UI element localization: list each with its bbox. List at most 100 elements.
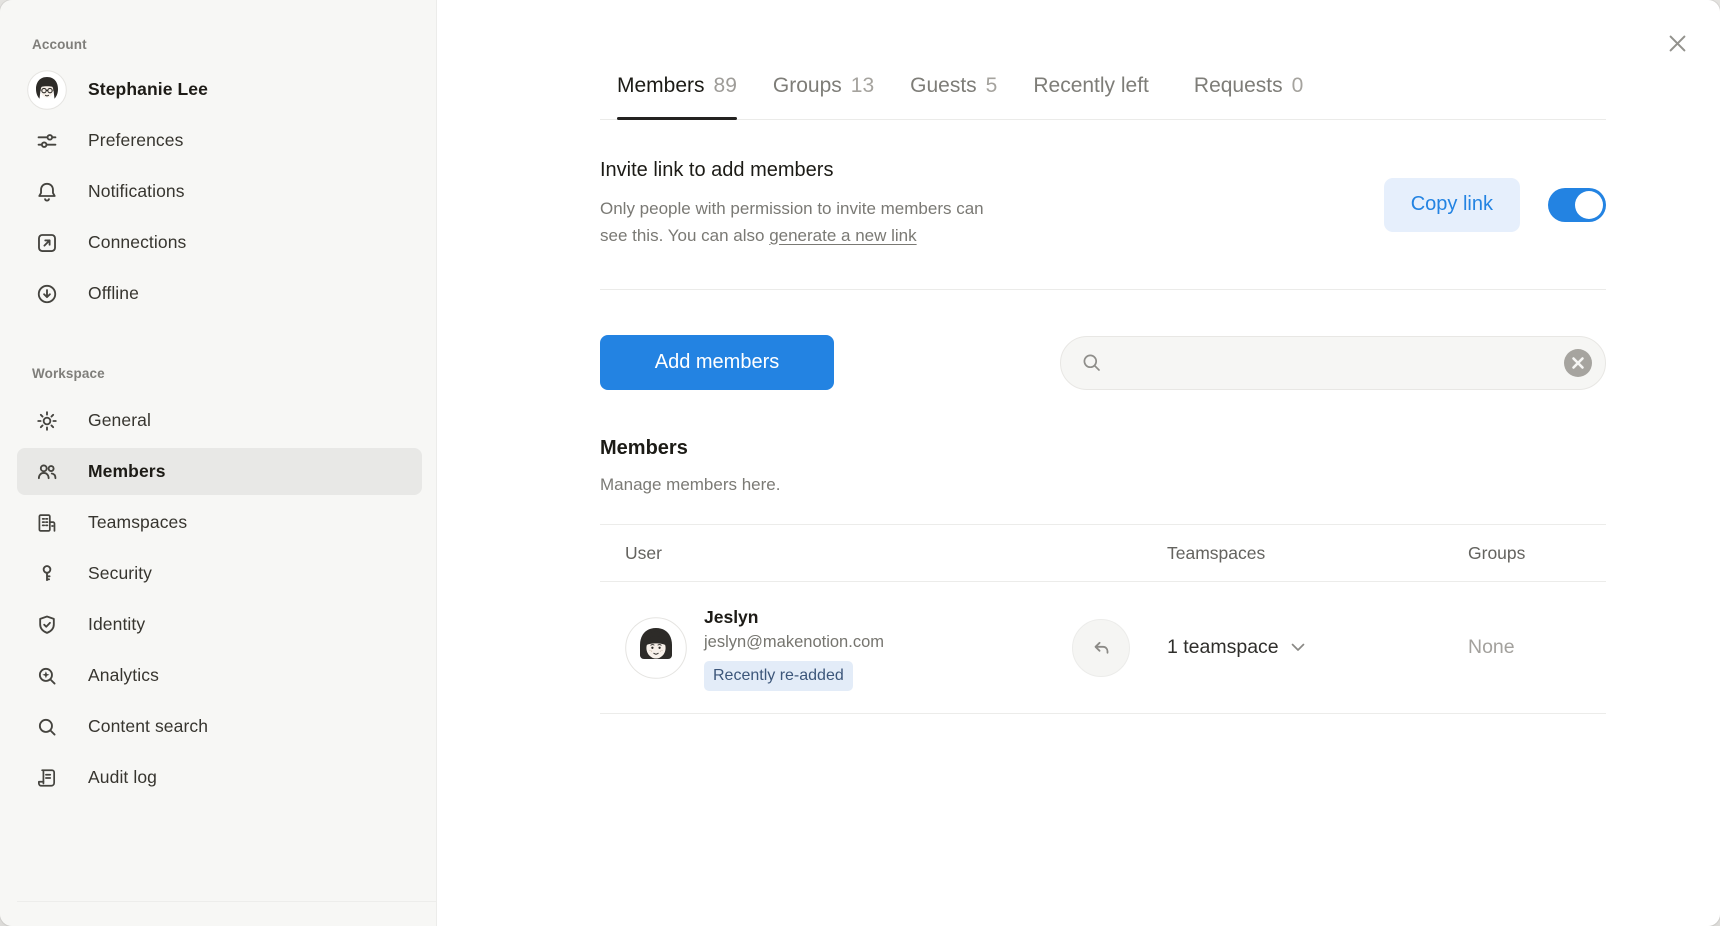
tab-requests[interactable]: Requests 0 <box>1194 74 1303 119</box>
invite-link-description: Only people with permission to invite me… <box>600 195 984 249</box>
sidebar-item-connections[interactable]: Connections <box>17 219 422 266</box>
sidebar-item-label: Teamspaces <box>88 512 187 533</box>
tab-recently-left[interactable]: Recently left <box>1033 74 1158 119</box>
user-cell: Jeslyn jeslyn@makenotion.com Recently re… <box>625 605 1167 691</box>
people-icon <box>32 457 62 487</box>
undo-arrow-icon <box>1090 637 1112 659</box>
sidebar-item-analytics[interactable]: Analytics <box>17 652 422 699</box>
groups-value: None <box>1468 636 1606 659</box>
undo-button[interactable] <box>1072 619 1130 677</box>
sidebar-item-teamspaces[interactable]: Teamspaces <box>17 499 422 546</box>
magnifier-sparkle-icon <box>32 661 62 691</box>
user-text-block: Jeslyn jeslyn@makenotion.com Recently re… <box>704 605 884 691</box>
user-avatar <box>27 70 67 110</box>
sidebar-item-offline[interactable]: Offline <box>17 270 422 317</box>
bell-icon <box>32 177 62 207</box>
key-icon <box>32 559 62 589</box>
section-divider <box>600 289 1606 290</box>
sidebar-item-label: Connections <box>88 232 186 253</box>
members-table: User Teamspaces Groups <box>600 524 1606 714</box>
toggle-knob <box>1575 191 1603 219</box>
sidebar-item-security[interactable]: Security <box>17 550 422 597</box>
sidebar-item-notifications[interactable]: Notifications <box>17 168 422 215</box>
gear-icon <box>32 406 62 436</box>
invite-link-controls: Copy link <box>1384 160 1606 249</box>
shield-check-icon <box>32 610 62 640</box>
sidebar-item-label: Audit log <box>88 767 157 788</box>
tab-count: 89 <box>714 74 737 98</box>
sidebar-divider <box>17 901 436 902</box>
sidebar-item-general[interactable]: General <box>17 397 422 444</box>
tab-count: 13 <box>851 74 874 98</box>
close-icon <box>1669 35 1686 52</box>
member-name: Jeslyn <box>704 605 884 629</box>
teamspaces-dropdown[interactable]: 1 teamspace <box>1167 636 1468 659</box>
arrow-up-right-box-icon <box>32 228 62 258</box>
tab-label: Guests <box>910 74 977 98</box>
sidebar-item-label: Identity <box>88 614 145 635</box>
sidebar-item-label: Members <box>88 461 166 482</box>
invite-description-line1: Only people with permission to invite me… <box>600 199 984 218</box>
invite-link-toggle[interactable] <box>1548 188 1606 222</box>
members-tabs: Members 89 Groups 13 Guests 5 Recently l… <box>600 0 1606 120</box>
teamspaces-value: 1 teamspace <box>1167 636 1279 659</box>
tab-guests[interactable]: Guests 5 <box>910 74 997 119</box>
status-badge: Recently re-added <box>704 661 853 691</box>
add-members-button[interactable]: Add members <box>600 335 834 390</box>
sidebar-section-account: Account <box>17 34 422 56</box>
settings-dialog: Account Stephanie Lee <box>0 0 1720 926</box>
member-avatar <box>625 617 687 679</box>
sidebar-item-content-search[interactable]: Content search <box>17 703 422 750</box>
sidebar-item-label: Security <box>88 563 152 584</box>
tab-label: Members <box>617 74 705 98</box>
sidebar-item-label: General <box>88 410 151 431</box>
member-email: jeslyn@makenotion.com <box>704 631 884 653</box>
sidebar-item-label: Notifications <box>88 181 185 202</box>
members-list-title: Members <box>600 434 1606 462</box>
sidebar-section-workspace: Workspace <box>17 363 422 385</box>
sidebar-item-identity[interactable]: Identity <box>17 601 422 648</box>
search-icon <box>32 712 62 742</box>
generate-new-link[interactable]: generate a new link <box>769 226 916 245</box>
download-circle-icon <box>32 279 62 309</box>
sidebar-item-preferences[interactable]: Preferences <box>17 117 422 164</box>
close-button[interactable] <box>1660 26 1694 60</box>
members-actions-row: Add members <box>600 335 1606 390</box>
scroll-icon <box>32 763 62 793</box>
settings-sidebar: Account Stephanie Lee <box>0 0 437 926</box>
search-input[interactable] <box>1115 352 1563 373</box>
chevron-down-icon <box>1291 643 1305 652</box>
settings-main-panel: Members 89 Groups 13 Guests 5 Recently l… <box>437 0 1720 926</box>
tab-label: Recently left <box>1033 74 1149 98</box>
tab-count: 5 <box>986 74 998 98</box>
sidebar-item-label: Content search <box>88 716 208 737</box>
members-list-subtitle: Manage members here. <box>600 471 1606 498</box>
invite-link-section: Invite link to add members Only people w… <box>600 156 1606 249</box>
table-header-row: User Teamspaces Groups <box>600 524 1606 582</box>
x-circle-icon <box>1563 348 1593 378</box>
column-header-groups: Groups <box>1468 543 1606 564</box>
column-header-teamspaces: Teamspaces <box>1167 543 1468 564</box>
building-icon <box>32 508 62 538</box>
column-header-user: User <box>625 543 1167 564</box>
members-search-box[interactable] <box>1060 336 1606 390</box>
clear-search-button[interactable] <box>1563 348 1593 378</box>
sidebar-item-members[interactable]: Members <box>17 448 422 495</box>
sidebar-item-label: Stephanie Lee <box>88 79 208 100</box>
invite-link-text-block: Invite link to add members Only people w… <box>600 156 984 249</box>
sidebar-item-account-profile[interactable]: Stephanie Lee <box>17 66 422 113</box>
table-row: Jeslyn jeslyn@makenotion.com Recently re… <box>600 582 1606 714</box>
sidebar-item-audit-log[interactable]: Audit log <box>17 754 422 801</box>
tab-groups[interactable]: Groups 13 <box>773 74 874 119</box>
sidebar-item-label: Analytics <box>88 665 159 686</box>
sliders-icon <box>32 126 62 156</box>
invite-link-title: Invite link to add members <box>600 156 984 184</box>
sidebar-item-label: Preferences <box>88 130 183 151</box>
tab-count: 0 <box>1292 74 1304 98</box>
tab-label: Requests <box>1194 74 1283 98</box>
tab-members[interactable]: Members 89 <box>617 74 737 119</box>
copy-link-button[interactable]: Copy link <box>1384 178 1520 232</box>
sidebar-item-label: Offline <box>88 283 139 304</box>
invite-description-line2: see this. You can also <box>600 226 769 245</box>
search-icon <box>1081 352 1103 374</box>
